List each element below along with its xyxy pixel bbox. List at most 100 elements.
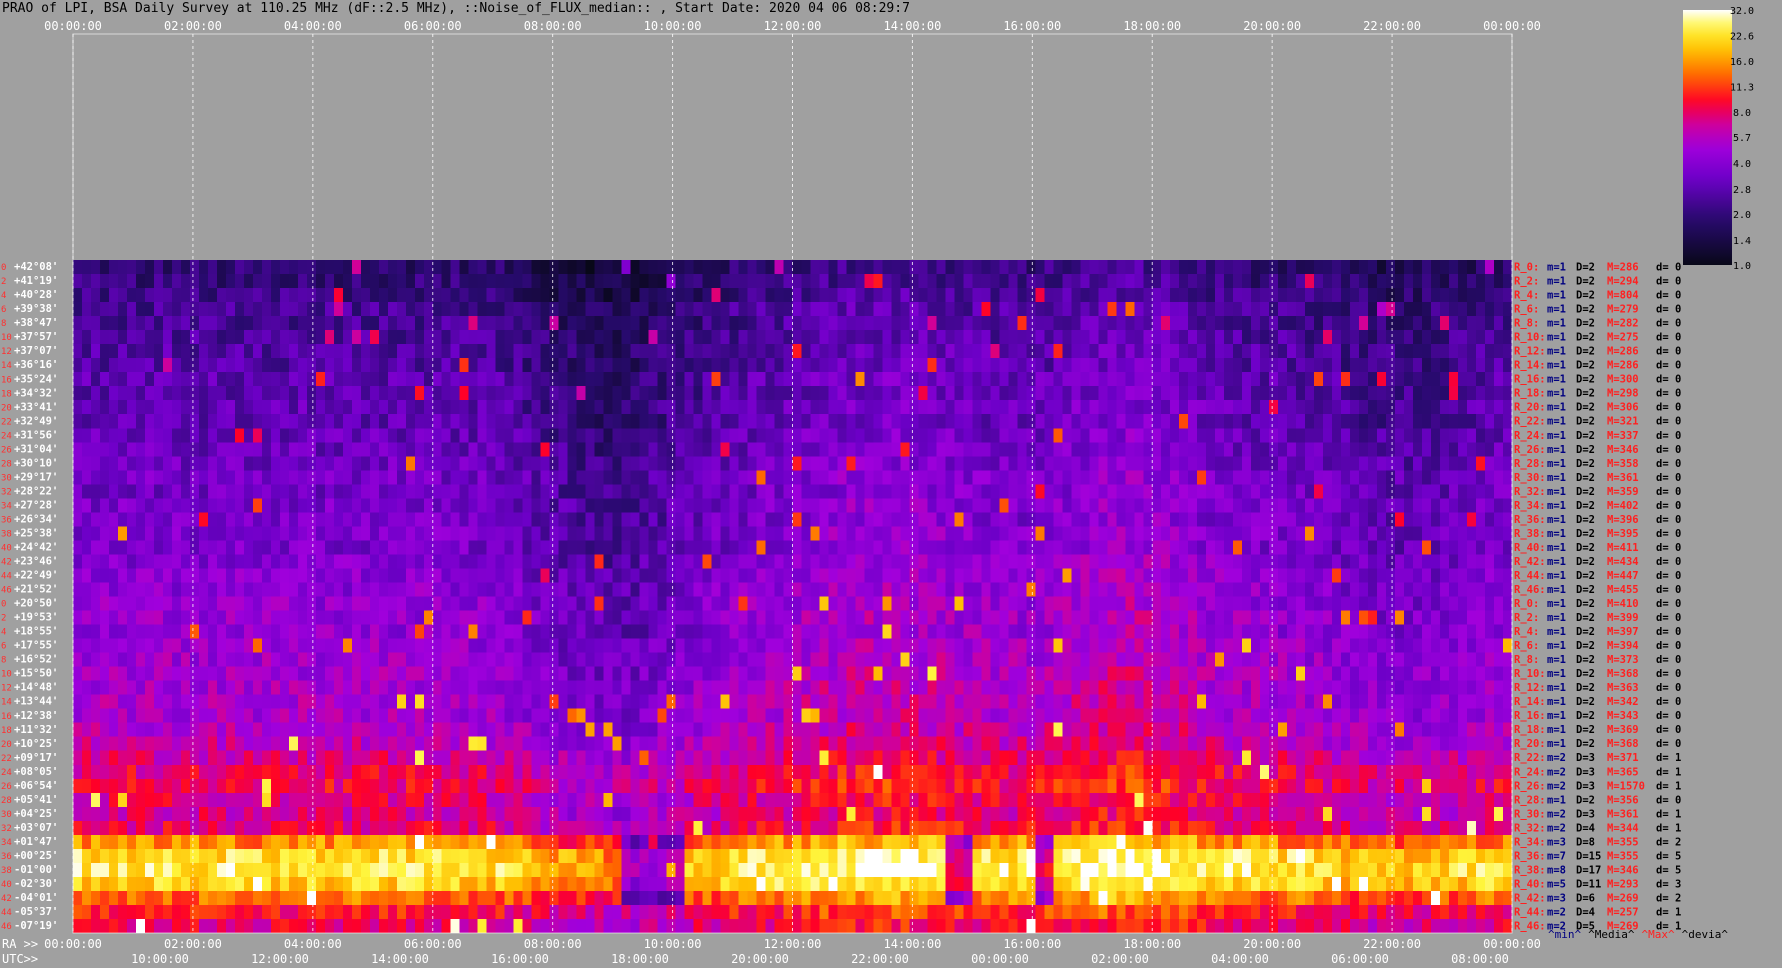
row-stat-m: m=1 <box>1547 444 1566 456</box>
row-stat-d: d= 0 <box>1656 682 1681 694</box>
colorbar-rect <box>1683 10 1732 265</box>
declination-label: -02°30' <box>14 878 58 890</box>
ra-tick-label: 00:00:00 <box>1483 937 1541 951</box>
row-stat-M: M=373 <box>1607 654 1639 666</box>
row-stat-D: D=2 <box>1576 458 1595 470</box>
row-stat-r: R_30: <box>1514 472 1546 484</box>
declination-label: +01°47' <box>14 836 58 848</box>
row-stat-m: m=1 <box>1547 514 1566 526</box>
declination-label: +06°54' <box>14 780 58 792</box>
row-stat-M: M=365 <box>1607 766 1639 778</box>
row-stat-M: M=368 <box>1607 738 1639 750</box>
row-stat-m: m=1 <box>1547 556 1566 568</box>
row-stat-m: m=1 <box>1547 486 1566 498</box>
utc-tick-label: 20:00:00 <box>731 952 789 966</box>
row-stat-M: M=371 <box>1607 752 1639 764</box>
row-stat-M: M=282 <box>1607 318 1639 330</box>
declination-label: +09°17' <box>14 752 58 764</box>
declination-label: +32°49' <box>14 415 58 427</box>
row-stat-D: D=2 <box>1576 724 1595 736</box>
row-stat-r: R_34: <box>1514 500 1546 512</box>
declination-label: +12°38' <box>14 710 58 722</box>
utc-tick-label: 18:00:00 <box>611 952 669 966</box>
row-stat-D: D=8 <box>1576 836 1595 848</box>
row-stat-r: R_44: <box>1514 906 1546 918</box>
footer-legend-item: ^Max^ <box>1641 928 1675 941</box>
row-index-label: 30 <box>1 473 12 483</box>
row-stat-D: D=2 <box>1576 542 1595 554</box>
row-index-label: 20 <box>1 740 12 750</box>
row-stat-m: m=1 <box>1547 640 1566 652</box>
row-index-label: 22 <box>1 417 12 427</box>
declination-label: +11°32' <box>14 724 58 736</box>
row-stat-D: D=2 <box>1576 290 1595 302</box>
top-tick-label: 14:00:00 <box>884 19 942 33</box>
row-stat-M: M=342 <box>1607 696 1639 708</box>
declination-label: +29°17' <box>14 471 58 483</box>
row-stat-d: d= 0 <box>1656 486 1681 498</box>
row-stat-d: d= 5 <box>1656 850 1681 862</box>
declination-label: +04°25' <box>14 808 58 820</box>
row-stat-d: d= 0 <box>1656 262 1681 274</box>
row-stat-d: d= 0 <box>1656 318 1681 330</box>
row-stat-D: D=2 <box>1576 276 1595 288</box>
ra-tick-label: 14:00:00 <box>884 937 942 951</box>
row-stat-r: R_10: <box>1514 332 1546 344</box>
colorbar-tick-label: 5.7 <box>1733 133 1751 144</box>
row-stat-m: m=1 <box>1547 570 1566 582</box>
row-stat-m: m=1 <box>1547 318 1566 330</box>
row-index-label: 32 <box>1 824 12 834</box>
row-stat-D: D=4 <box>1576 822 1595 834</box>
row-index-label: 34 <box>1 838 12 848</box>
declination-label: +17°55' <box>14 640 58 652</box>
row-stat-r: R_16: <box>1514 374 1546 386</box>
declination-label: -04°01' <box>14 892 58 904</box>
row-stat-D: D=3 <box>1576 780 1595 792</box>
row-stat-D: D=2 <box>1576 654 1595 666</box>
row-stat-r: R_2: <box>1514 276 1539 288</box>
row-stat-m: m=2 <box>1547 906 1566 918</box>
row-stat-M: M=434 <box>1607 556 1639 568</box>
row-stat-M: M=257 <box>1607 906 1639 918</box>
top-tick-label: 22:00:00 <box>1363 19 1421 33</box>
row-stat-r: R_40: <box>1514 542 1546 554</box>
row-index-label: 10 <box>1 333 12 343</box>
row-stat-d: d= 0 <box>1656 794 1681 806</box>
row-index-label: 42 <box>1 558 12 568</box>
declination-label: +14°48' <box>14 682 58 694</box>
row-stat-d: d= 0 <box>1656 290 1681 302</box>
row-stat-r: R_4: <box>1514 290 1539 302</box>
row-stat-d: d= 1 <box>1656 780 1681 792</box>
row-stat-r: R_20: <box>1514 738 1546 750</box>
ra-tick-label: 02:00:00 <box>164 937 222 951</box>
row-stat-D: D=2 <box>1576 444 1595 456</box>
row-index-label: 4 <box>1 628 6 638</box>
row-labels: 0 +42°08' 2 +41°19' 4 +40°28' 6 +39°38' 8 +38°47'… <box>1 261 58 932</box>
row-stat-M: M=396 <box>1607 514 1639 526</box>
declination-label: +31°04' <box>14 443 58 455</box>
row-index-label: 38 <box>1 529 12 539</box>
row-stat-d: d= 0 <box>1656 626 1681 638</box>
row-stat-M: M=369 <box>1607 724 1639 736</box>
row-stat-r: R_44: <box>1514 570 1546 582</box>
row-index-label: 14 <box>1 361 12 371</box>
ra-tick-label: 12:00:00 <box>764 937 822 951</box>
row-stat-D: D=2 <box>1576 332 1595 344</box>
row-stat-d: d= 0 <box>1656 444 1681 456</box>
row-stat-m: m=5 <box>1547 878 1566 890</box>
row-stat-M: M=361 <box>1607 472 1639 484</box>
declination-label: +25°38' <box>14 527 58 539</box>
row-stat-d: d= 0 <box>1656 332 1681 344</box>
row-stat-d: d= 0 <box>1656 402 1681 414</box>
row-stat-d: d= 0 <box>1656 388 1681 400</box>
row-index-label: 0 <box>1 600 6 610</box>
footer-legend-item: ^min^ <box>1548 928 1582 941</box>
row-stat-D: D=15 <box>1576 850 1601 862</box>
ra-axis: RA >> 00:00:00 02:00:00 04:00:00 06:00:00 08:… <box>2 937 1541 951</box>
row-index-label: 18 <box>1 726 12 736</box>
row-stat-M: M=358 <box>1607 458 1639 470</box>
row-stat-D: D=2 <box>1576 668 1595 680</box>
row-stat-m: m=2 <box>1547 780 1566 792</box>
row-index-label: 6 <box>1 305 6 315</box>
row-stat-D: D=2 <box>1576 514 1595 526</box>
